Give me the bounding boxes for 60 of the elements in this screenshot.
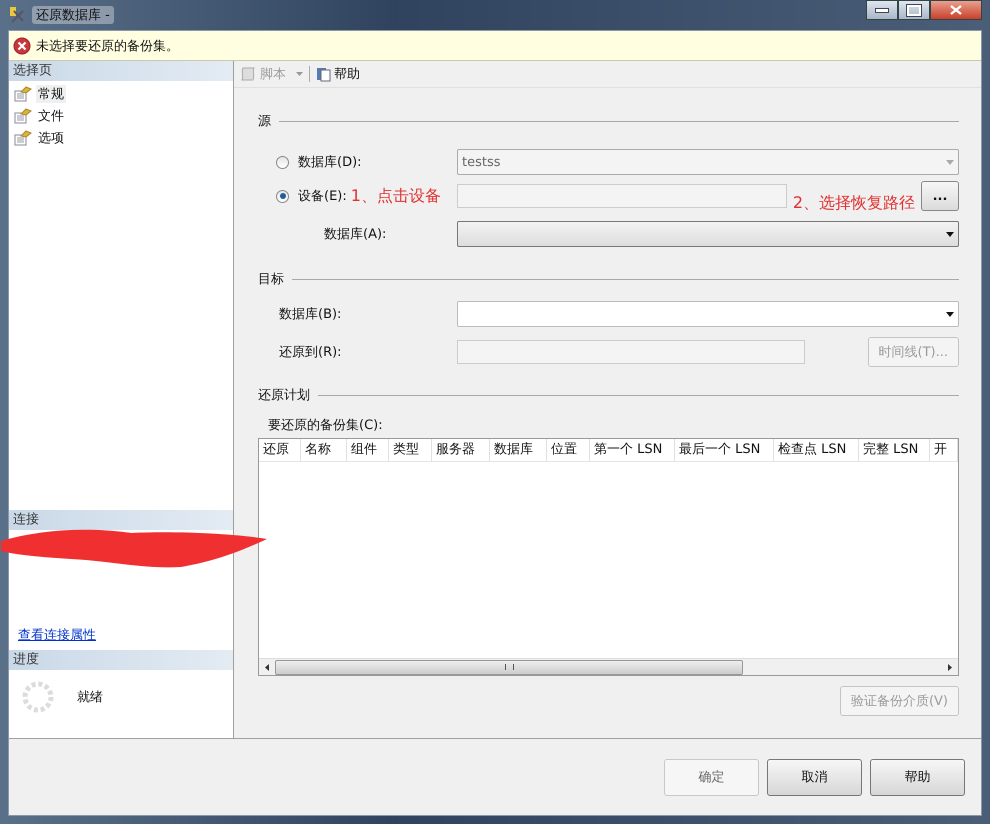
help-button[interactable]: 帮助 bbox=[314, 65, 362, 83]
radio-button[interactable] bbox=[276, 156, 289, 168]
error-icon bbox=[13, 36, 31, 54]
radio-button[interactable] bbox=[276, 190, 289, 202]
section-title: 源 bbox=[258, 113, 271, 130]
page-icon bbox=[14, 108, 32, 124]
scroll-left-icon[interactable] bbox=[265, 664, 269, 670]
column-header[interactable]: 数据库 bbox=[490, 439, 547, 461]
column-header[interactable]: 开 bbox=[930, 439, 958, 461]
database-dropdown[interactable] bbox=[457, 221, 959, 247]
database-dropdown[interactable]: testss bbox=[457, 149, 959, 175]
page-item[interactable]: 选项 bbox=[36, 129, 66, 147]
dialog-button[interactable]: 取消 bbox=[767, 758, 862, 796]
field-label: 数据库(B): bbox=[279, 306, 342, 323]
field-label: 设备(E): bbox=[298, 188, 347, 205]
annotation-text: 2、选择恢复路径 bbox=[792, 192, 915, 214]
close-button[interactable] bbox=[930, 0, 982, 20]
section-header: 选择页 bbox=[9, 61, 233, 81]
column-header[interactable]: 位置 bbox=[547, 439, 590, 461]
page-item[interactable]: 文件 bbox=[36, 107, 66, 125]
caret-icon bbox=[296, 72, 303, 76]
scroll-right-icon[interactable] bbox=[948, 664, 952, 670]
field-label: 要还原的备份集(C): bbox=[267, 417, 384, 434]
section-header: 连接 bbox=[9, 510, 233, 530]
column-header[interactable]: 还原 bbox=[259, 439, 301, 461]
column-header[interactable]: 完整 LSN bbox=[859, 439, 930, 461]
progress-status: 就绪 bbox=[77, 689, 103, 706]
spinner-icon bbox=[21, 680, 55, 714]
document-icon bbox=[316, 66, 332, 82]
column-header[interactable]: 检查点 LSN bbox=[774, 439, 859, 461]
page-item[interactable]: 常规 bbox=[36, 85, 66, 103]
caret-icon bbox=[946, 160, 954, 164]
minimize-button[interactable] bbox=[866, 0, 898, 20]
error-message: 未选择要还原的备份集。 bbox=[36, 38, 179, 54]
connection-properties-link[interactable]: 查看连接属性 bbox=[18, 626, 96, 644]
field-label: 还原到(R): bbox=[279, 344, 342, 361]
column-header[interactable]: 最后一个 LSN bbox=[675, 439, 774, 461]
dialog-button[interactable]: 帮助 bbox=[870, 758, 965, 796]
maximize-button[interactable] bbox=[898, 0, 930, 20]
close-icon bbox=[950, 5, 962, 15]
section-title: 还原计划 bbox=[258, 387, 310, 404]
page-icon bbox=[14, 130, 32, 146]
column-header[interactable]: 名称 bbox=[301, 439, 347, 461]
section-header: 进度 bbox=[9, 650, 233, 670]
browse-button[interactable]: ... bbox=[921, 181, 959, 211]
horizontal-scrollbar[interactable] bbox=[259, 658, 958, 675]
section-title: 目标 bbox=[258, 271, 284, 288]
scroll-icon bbox=[240, 66, 258, 82]
page-icon bbox=[14, 86, 32, 102]
column-header[interactable]: 组件 bbox=[347, 439, 389, 461]
caret-icon bbox=[946, 232, 954, 236]
caret-icon bbox=[946, 312, 954, 316]
field-label: 数据库(D): bbox=[298, 154, 362, 171]
column-header[interactable]: 第一个 LSN bbox=[590, 439, 675, 461]
field-label: 数据库(A): bbox=[324, 226, 386, 243]
column-header[interactable]: 类型 bbox=[389, 439, 432, 461]
tools-icon bbox=[8, 6, 26, 24]
column-header[interactable]: 服务器 bbox=[432, 439, 490, 461]
window-title: 还原数据库 - bbox=[32, 6, 114, 24]
annotation-text: 1、点击设备 bbox=[350, 186, 442, 206]
